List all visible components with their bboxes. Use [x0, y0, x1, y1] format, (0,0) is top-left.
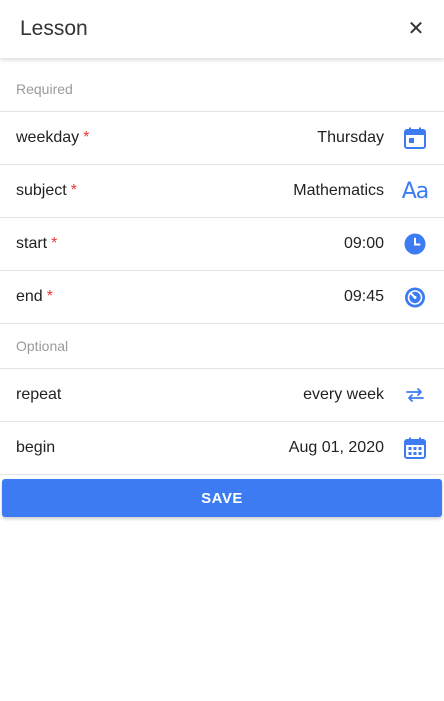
timer-icon[interactable]	[402, 284, 428, 310]
section-header-optional: Optional	[0, 324, 444, 369]
save-button-wrapper: SAVE	[0, 475, 444, 517]
end-label: end *	[16, 288, 53, 305]
calendar-icon[interactable]	[402, 125, 428, 151]
required-marker: *	[83, 129, 90, 146]
required-marker: *	[46, 288, 53, 305]
start-label: start *	[16, 235, 58, 252]
start-field[interactable]: start * 09:00	[0, 218, 444, 271]
weekday-label: weekday *	[16, 129, 90, 146]
close-icon: ✕	[407, 18, 425, 40]
calendar-month-icon[interactable]	[402, 435, 428, 461]
save-button[interactable]: SAVE	[2, 479, 442, 517]
subject-label: subject *	[16, 182, 77, 199]
required-marker: *	[70, 182, 77, 199]
close-button[interactable]: ✕	[404, 17, 428, 41]
required-marker: *	[51, 235, 58, 252]
weekday-value: Thursday	[317, 129, 384, 146]
weekday-field[interactable]: weekday * Thursday	[0, 112, 444, 165]
repeat-icon[interactable]	[402, 382, 428, 408]
subject-field[interactable]: subject * Mathematics Aa	[0, 165, 444, 218]
subject-value: Mathematics	[293, 182, 384, 199]
begin-value: Aug 01, 2020	[288, 439, 384, 456]
clock-icon[interactable]	[402, 231, 428, 257]
repeat-field[interactable]: repeat every week	[0, 369, 444, 422]
begin-field[interactable]: begin Aug 01, 2020	[0, 422, 444, 475]
dialog-header: Lesson ✕	[0, 0, 444, 58]
repeat-value: every week	[303, 386, 384, 403]
font-icon[interactable]: Aa	[401, 178, 430, 204]
section-header-required: Required	[0, 66, 444, 112]
start-value: 09:00	[343, 235, 384, 252]
page-title: Lesson	[20, 17, 88, 40]
end-field[interactable]: end * 09:45	[0, 271, 444, 324]
font-icon-text: Aa	[401, 178, 430, 204]
repeat-label: repeat	[16, 386, 62, 403]
end-value: 09:45	[343, 288, 384, 305]
begin-label: begin	[16, 439, 56, 456]
